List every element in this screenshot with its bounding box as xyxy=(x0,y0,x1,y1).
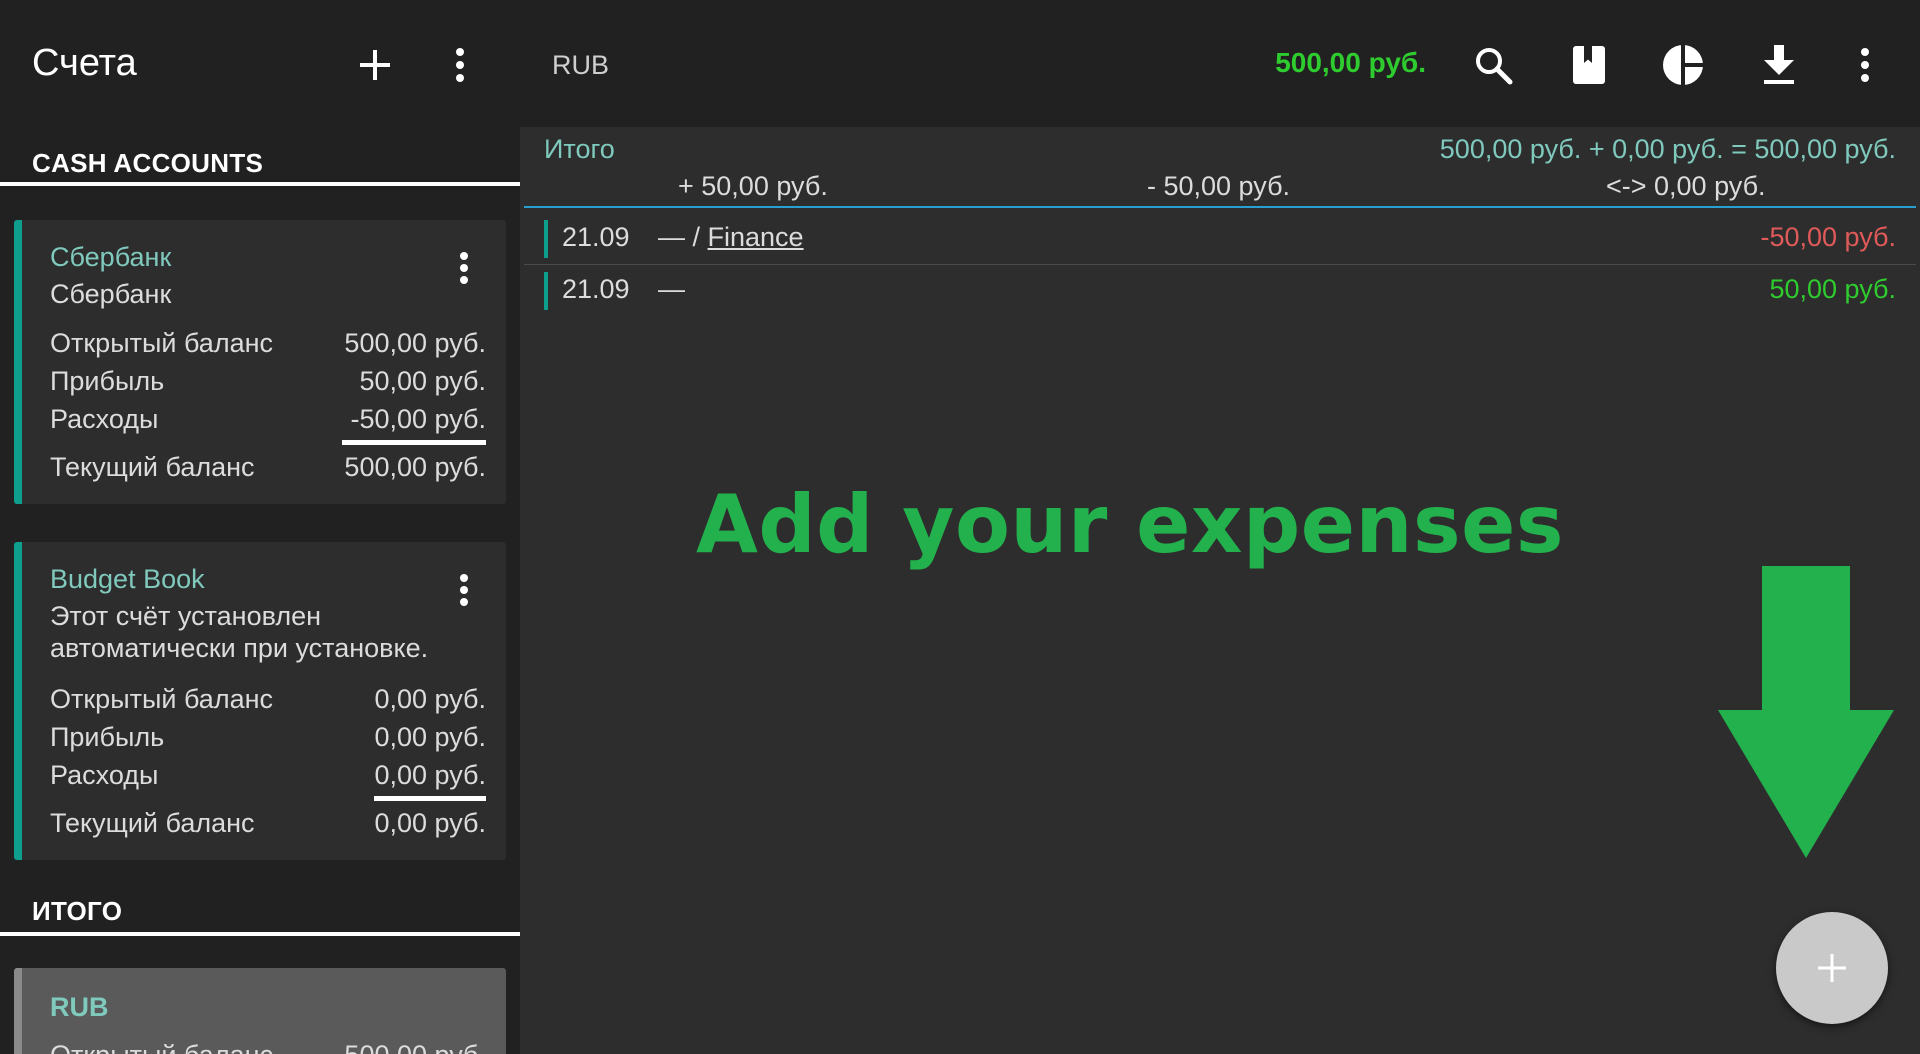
opening-balance-row: Открытый баланс 0,00 руб. xyxy=(50,684,486,718)
current-balance-value: 500,00 руб. xyxy=(344,452,486,482)
expense-label: Расходы xyxy=(50,404,159,434)
total-card-name: RUB xyxy=(50,992,109,1022)
transaction-description: — / Finance xyxy=(658,222,804,253)
opening-balance-label: Открытый баланс xyxy=(50,328,274,358)
accounts-drawer: Счета CASH ACCOUNTS Сбербанк Сбербанк От… xyxy=(0,0,520,1054)
transaction-prefix: — xyxy=(658,274,685,304)
account-name: Сбербанк xyxy=(50,242,172,272)
statistics-button[interactable] xyxy=(1656,38,1710,92)
transaction-prefix: — / xyxy=(658,222,708,252)
plus-icon xyxy=(1818,954,1846,982)
current-balance-label: Текущий баланс xyxy=(50,808,255,838)
opening-balance-value: 0,00 руб. xyxy=(374,684,486,714)
income-value: 0,00 руб. xyxy=(374,722,486,752)
section-total: ИТОГО xyxy=(32,896,123,926)
opening-balance-label: Открытый баланс xyxy=(50,684,274,714)
transaction-row[interactable]: 21.09 — 50,00 руб. xyxy=(520,266,1920,316)
expense-value: -50,00 руб. xyxy=(350,404,486,434)
transaction-description: — xyxy=(658,274,685,305)
summary-expense: - 50,00 руб. xyxy=(1147,171,1291,201)
add-account-button[interactable] xyxy=(350,40,400,90)
summary-divider xyxy=(524,206,1916,208)
top-app-bar: RUB 500,00 руб. xyxy=(520,0,1920,127)
plus-icon xyxy=(360,50,390,80)
account-color-marker xyxy=(544,220,548,258)
accounts-header: Счета xyxy=(0,0,520,127)
income-label: Прибыль xyxy=(50,722,165,752)
more-vert-icon xyxy=(456,48,464,82)
transaction-date: 21.09 xyxy=(562,274,630,304)
account-description: Этот счёт установлен автоматически при у… xyxy=(50,601,429,663)
expense-row: Расходы -50,00 руб. xyxy=(50,404,486,438)
transaction-category-link[interactable]: Finance xyxy=(708,222,804,252)
section-divider xyxy=(0,182,520,186)
transaction-amount: -50,00 руб. xyxy=(1760,222,1896,252)
account-menu-button[interactable] xyxy=(444,568,484,612)
income-row: Прибыль 50,00 руб. xyxy=(50,366,486,400)
transaction-amount: 50,00 руб. xyxy=(1769,274,1896,304)
sum-underline xyxy=(374,796,486,801)
more-vert-icon xyxy=(460,574,468,606)
current-balance-row: Текущий баланс 0,00 руб. xyxy=(50,808,486,842)
download-icon xyxy=(1764,45,1794,84)
opening-balance-row: Открытый баланс 500,00 руб. xyxy=(50,328,486,362)
current-balance-value: 0,00 руб. xyxy=(374,808,486,838)
pie-chart-icon xyxy=(1663,44,1704,86)
transaction-date: 21.09 xyxy=(562,222,630,252)
accounts-menu-button[interactable] xyxy=(435,40,485,90)
income-value: 50,00 руб. xyxy=(359,366,486,396)
section-divider xyxy=(0,932,520,936)
hint-text: Add your expenses xyxy=(696,478,1564,571)
account-description: Сбербанк xyxy=(50,279,172,309)
export-button[interactable] xyxy=(1752,38,1806,92)
opening-balance-label: Открытый баланс xyxy=(50,1040,273,1054)
search-button[interactable] xyxy=(1466,38,1520,92)
bookmark-book-icon xyxy=(1573,46,1605,84)
more-vert-icon xyxy=(1861,48,1869,82)
transactions-panel: RUB 500,00 руб. Итого 500,00 руб. + 0,00… xyxy=(520,0,1920,1054)
account-card-budget-book[interactable]: Budget Book Этот счёт установлен автомат… xyxy=(14,542,506,860)
total-card-rub[interactable]: RUB Открытый баланс 500,00 руб. xyxy=(14,968,506,1054)
account-color-marker xyxy=(544,272,548,310)
accounts-title: Счета xyxy=(32,42,137,84)
total-balance: 500,00 руб. xyxy=(1275,47,1426,78)
expense-label: Расходы xyxy=(50,760,159,790)
income-row: Прибыль 0,00 руб. xyxy=(50,722,486,756)
account-card-sberbank[interactable]: Сбербанк Сбербанк Открытый баланс 500,00… xyxy=(14,220,506,504)
opening-balance-value: 500,00 руб. xyxy=(344,328,486,358)
overflow-menu-button[interactable] xyxy=(1838,38,1892,92)
account-name: Budget Book xyxy=(50,564,205,594)
more-vert-icon xyxy=(460,252,468,284)
current-balance-row: Текущий баланс 500,00 руб. xyxy=(50,452,486,486)
opening-balance-value: 500,00 руб. xyxy=(344,1040,486,1054)
arrow-down-icon xyxy=(1718,566,1894,858)
expense-row: Расходы 0,00 руб. xyxy=(50,760,486,794)
expense-value: 0,00 руб. xyxy=(374,760,486,790)
section-cash-accounts: CASH ACCOUNTS xyxy=(32,148,264,178)
add-transaction-button[interactable] xyxy=(1776,912,1888,1024)
summary-transfer: <-> 0,00 руб. xyxy=(1606,171,1766,201)
summary-income: + 50,00 руб. xyxy=(678,171,828,201)
totals-summary: Итого 500,00 руб. + 0,00 руб. = 500,00 р… xyxy=(520,127,1920,209)
currency-label: RUB xyxy=(552,50,610,80)
summary-label: Итого xyxy=(544,134,615,164)
bookmark-button[interactable] xyxy=(1562,38,1616,92)
transaction-row[interactable]: 21.09 — / Finance -50,00 руб. xyxy=(520,214,1920,264)
current-balance-label: Текущий баланс xyxy=(50,452,255,482)
opening-balance-row: Открытый баланс 500,00 руб. xyxy=(50,1040,486,1054)
income-label: Прибыль xyxy=(50,366,165,396)
row-divider xyxy=(524,264,1916,265)
summary-equation: 500,00 руб. + 0,00 руб. = 500,00 руб. xyxy=(1439,134,1896,164)
search-icon xyxy=(1476,48,1513,85)
sum-underline xyxy=(342,440,486,445)
account-menu-button[interactable] xyxy=(444,246,484,290)
